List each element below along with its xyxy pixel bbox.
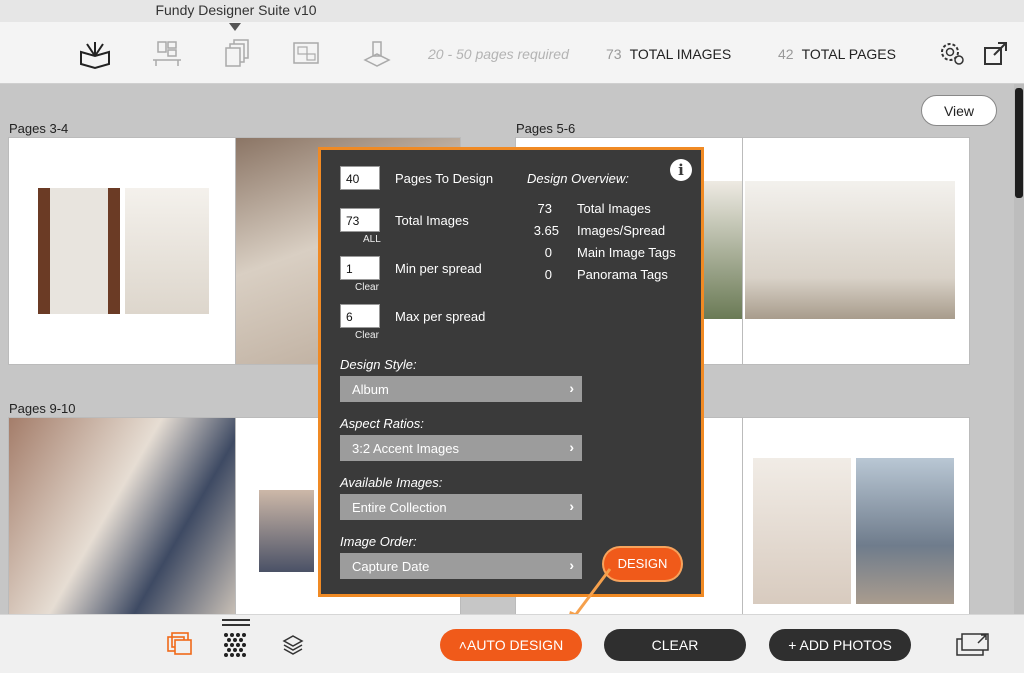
spread-page[interactable]: [742, 417, 970, 614]
design-style-heading: Design Style:: [340, 357, 417, 372]
spread-page[interactable]: [742, 137, 970, 365]
image-order-select[interactable]: Capture Date ›: [340, 553, 582, 579]
grid-view-icon[interactable]: [222, 617, 250, 661]
export-icon[interactable]: [982, 38, 1010, 70]
total-images-counter: 73 TOTAL IMAGES: [606, 46, 731, 62]
total-images-label: Total Images: [395, 213, 469, 228]
top-toolbar: 20 - 50 pages required 73 TOTAL IMAGES 42…: [0, 22, 1024, 84]
view-button[interactable]: View: [921, 95, 997, 126]
photo-thumbnail[interactable]: [745, 181, 955, 319]
aspect-ratios-select[interactable]: 3:2 Accent Images ›: [340, 435, 582, 461]
overview-label: Total Images: [577, 201, 651, 216]
photo-thumbnail[interactable]: [38, 188, 120, 314]
spread-label: Pages 9-10: [9, 401, 76, 416]
auto-design-label: AUTO DESIGN: [466, 637, 564, 653]
design-style-value: Album: [352, 382, 389, 397]
layout-icon[interactable]: [290, 38, 324, 70]
overview-value: 0: [544, 267, 552, 282]
image-order-heading: Image Order:: [340, 534, 417, 549]
available-images-heading: Available Images:: [340, 475, 443, 490]
overview-label: Images/Spread: [577, 223, 666, 238]
wall-art-icon[interactable]: [150, 38, 184, 70]
photo-thumbnail[interactable]: [125, 188, 209, 314]
chevron-right-icon: ›: [569, 498, 574, 514]
spread-page[interactable]: [8, 417, 236, 614]
scrollbar-thumb[interactable]: [1015, 88, 1023, 198]
overview-value: 0: [544, 245, 552, 260]
overview-value: 73: [537, 201, 552, 216]
gear-icon[interactable]: [938, 38, 966, 70]
design-style-select[interactable]: Album ›: [340, 376, 582, 402]
bottom-toolbar: ˄AUTO DESIGN CLEAR + ADD PHOTOS: [0, 614, 1024, 673]
proofing-icon[interactable]: [360, 38, 394, 70]
aspect-ratios-heading: Aspect Ratios:: [340, 416, 424, 431]
layers-icon[interactable]: [282, 633, 304, 657]
total-pages-counter: 42 TOTAL PAGES: [778, 46, 896, 62]
clear-max-link[interactable]: Clear: [355, 330, 379, 341]
pages-to-design-label: Pages To Design: [395, 171, 494, 186]
spread-label: Pages 5-6: [516, 121, 576, 136]
total-images-label: TOTAL IMAGES: [629, 46, 732, 62]
spread-page[interactable]: [8, 137, 236, 365]
aspect-ratios-value: 3:2 Accent Images: [352, 441, 459, 456]
total-pages-label: TOTAL PAGES: [801, 46, 896, 62]
photo-thumbnail[interactable]: [856, 458, 954, 604]
clear-button[interactable]: CLEAR: [604, 629, 746, 661]
photos-panel-icon[interactable]: [166, 631, 192, 657]
photo-thumbnail[interactable]: [753, 458, 851, 604]
overview-label: Main Image Tags: [577, 245, 676, 260]
title-bar: Fundy Designer Suite v10: [0, 0, 1024, 22]
add-photos-button[interactable]: + ADD PHOTOS: [769, 629, 911, 661]
auto-design-popup: i 40 Pages To Design 73 ALL Total Images…: [318, 147, 704, 597]
photo-thumbnail[interactable]: [704, 181, 742, 319]
image-order-value: Capture Date: [352, 559, 430, 574]
spread-label: Pages 3-4: [9, 121, 69, 136]
overview-label: Panorama Tags: [577, 267, 668, 282]
max-per-spread-input[interactable]: 6: [340, 304, 380, 328]
pages-required-text: 20 - 50 pages required: [428, 46, 569, 62]
chevron-right-icon: ›: [569, 380, 574, 396]
auto-design-button[interactable]: ˄AUTO DESIGN: [440, 629, 582, 661]
chevron-up-icon: ˄: [458, 637, 467, 653]
min-per-spread-input[interactable]: 1: [340, 256, 380, 280]
min-per-spread-label: Min per spread: [395, 261, 482, 276]
design-overview-heading: Design Overview:: [527, 171, 629, 186]
pages-to-design-input[interactable]: 40: [340, 166, 380, 190]
clear-min-link[interactable]: Clear: [355, 282, 379, 293]
max-per-spread-label: Max per spread: [395, 309, 486, 324]
chevron-right-icon: ›: [569, 439, 574, 455]
total-images-num: 73: [606, 46, 622, 62]
info-icon[interactable]: i: [670, 159, 692, 181]
total-pages-num: 42: [778, 46, 794, 62]
total-images-input[interactable]: 73: [340, 208, 380, 232]
album-designer-icon[interactable]: [78, 38, 112, 70]
preview-icon[interactable]: [954, 629, 992, 661]
available-images-value: Entire Collection: [352, 500, 447, 515]
photo-thumbnail[interactable]: [259, 490, 314, 572]
pages-icon[interactable]: [220, 38, 254, 70]
window-title: Fundy Designer Suite v10: [155, 2, 317, 18]
available-images-select[interactable]: Entire Collection ›: [340, 494, 582, 520]
overview-value: 3.65: [533, 223, 559, 238]
active-mode-indicator: [229, 23, 241, 31]
all-link[interactable]: ALL: [363, 234, 381, 245]
